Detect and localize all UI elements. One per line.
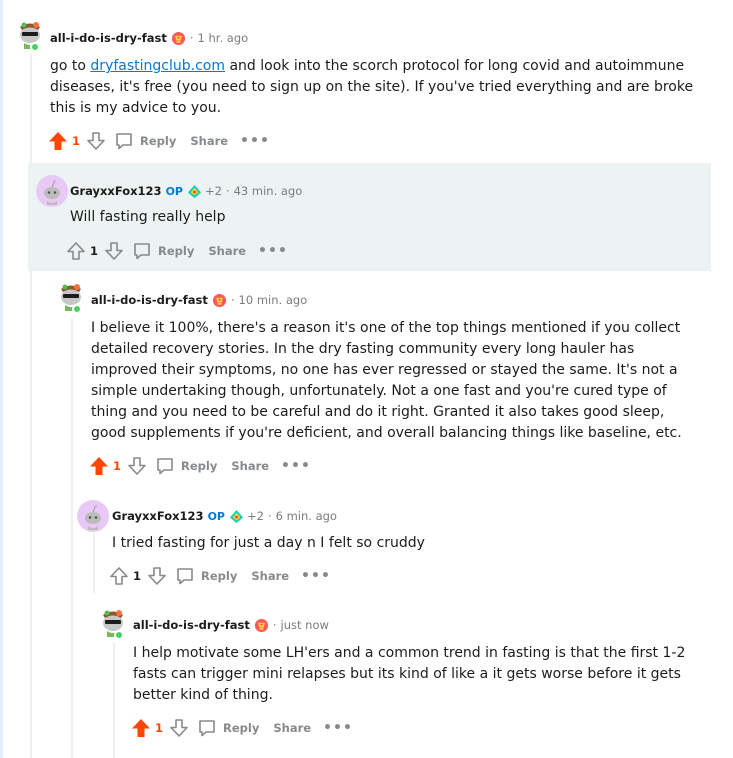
separator-dot: · [272, 618, 277, 632]
thread-line-3[interactable] [71, 318, 73, 758]
reply-button[interactable]: Reply [132, 241, 194, 261]
comment-body: go to dryfastingclub.com and look into t… [50, 56, 700, 119]
upvote-icon[interactable] [89, 456, 109, 476]
comment-meta: all-i-do-is-dry-fast · 10 min. ago [91, 290, 307, 310]
separator-dot: · [267, 509, 272, 523]
more-options-button[interactable]: ••• [258, 244, 288, 258]
downvote-icon[interactable] [147, 566, 167, 586]
comment-icon [197, 718, 217, 738]
timestamp[interactable]: 1 hr. ago [198, 31, 249, 45]
user-avatar[interactable] [36, 175, 68, 207]
comment-meta: all-i-do-is-dry-fast · just now [133, 615, 329, 635]
share-button[interactable]: Share [273, 721, 311, 735]
comment-actions: 1 Reply Share ••• [89, 454, 311, 478]
separator-dot: · [225, 184, 230, 198]
separator-dot: · [230, 293, 235, 307]
op-badge: OP [207, 509, 225, 523]
karma-count: +2 [246, 509, 264, 523]
snoo-flair-icon [229, 509, 244, 524]
more-options-button[interactable]: ••• [240, 134, 270, 148]
upvote-icon[interactable] [66, 241, 86, 261]
reply-label: Reply [140, 134, 177, 148]
share-button[interactable]: Share [190, 134, 228, 148]
share-button[interactable]: Share [231, 459, 269, 473]
online-indicator [114, 630, 124, 640]
thread-line-5[interactable] [113, 643, 115, 758]
timestamp[interactable]: 10 min. ago [239, 293, 308, 307]
vote-count: 1 [113, 459, 122, 473]
reply-label: Reply [181, 459, 218, 473]
downvote-icon[interactable] [104, 241, 124, 261]
trophy-flair-icon [171, 31, 186, 46]
reply-button[interactable]: Reply [114, 131, 176, 151]
more-options-button[interactable]: ••• [281, 459, 311, 473]
more-options-button[interactable]: ••• [301, 569, 331, 583]
karma-count: +2 [204, 184, 222, 198]
reply-button[interactable]: Reply [155, 456, 217, 476]
user-avatar[interactable] [55, 280, 87, 312]
reply-label: Reply [158, 244, 195, 258]
reply-label: Reply [201, 569, 238, 583]
op-badge: OP [165, 184, 183, 198]
downvote-icon[interactable] [169, 718, 189, 738]
comment-actions: 1 Reply Share ••• [66, 239, 288, 263]
thread-line-4[interactable] [93, 533, 95, 593]
upvote-icon[interactable] [109, 566, 129, 586]
reply-label: Reply [223, 721, 260, 735]
comment-meta: GrayxxFox123 OP +2 · 43 min. ago [70, 181, 302, 201]
comment-meta: GrayxxFox123 OP +2 · 6 min. ago [112, 506, 337, 526]
snoo-flair-icon [187, 184, 202, 199]
timestamp[interactable]: just now [281, 618, 329, 632]
comment-icon [132, 241, 152, 261]
comment-actions: 1 Reply Share ••• [109, 564, 331, 588]
comment-icon [114, 131, 134, 151]
comment-body: I help motivate some LH'ers and a common… [133, 645, 686, 703]
downvote-icon[interactable] [127, 456, 147, 476]
reply-button[interactable]: Reply [175, 566, 237, 586]
username[interactable]: GrayxxFox123 [112, 509, 204, 523]
downvote-icon[interactable] [86, 131, 106, 151]
vote-count: 1 [155, 721, 164, 735]
username[interactable]: GrayxxFox123 [70, 184, 162, 198]
user-avatar[interactable] [97, 606, 129, 638]
comment-icon [175, 566, 195, 586]
online-indicator [72, 304, 82, 314]
timestamp[interactable]: 6 min. ago [276, 509, 337, 523]
comment-body: I tried fasting for just a day n I felt … [112, 535, 425, 551]
thread-line-1[interactable] [30, 54, 32, 758]
username[interactable]: all-i-do-is-dry-fast [50, 31, 167, 45]
vote-count: 1 [90, 244, 99, 258]
body-link[interactable]: dryfastingclub.com [90, 58, 225, 74]
reply-button[interactable]: Reply [197, 718, 259, 738]
vote-count: 1 [72, 134, 81, 148]
more-options-button[interactable]: ••• [323, 721, 353, 735]
separator-dot: · [189, 31, 194, 45]
username[interactable]: all-i-do-is-dry-fast [91, 293, 208, 307]
upvote-icon[interactable] [48, 131, 68, 151]
comment-2: GrayxxFox123 OP +2 · 43 min. ago Will fa… [28, 163, 711, 271]
comment-actions: 1 Reply Share ••• [48, 129, 270, 153]
upvote-icon[interactable] [131, 718, 151, 738]
trophy-flair-icon [254, 618, 269, 633]
online-indicator [30, 42, 40, 52]
left-border [0, 0, 3, 758]
share-button[interactable]: Share [208, 244, 246, 258]
comment-actions: 1 Reply Share ••• [131, 716, 353, 740]
user-avatar[interactable] [77, 500, 109, 532]
trophy-flair-icon [212, 293, 227, 308]
body-text: go to [50, 58, 91, 74]
vote-count: 1 [133, 569, 142, 583]
username[interactable]: all-i-do-is-dry-fast [133, 618, 250, 632]
comment-icon [155, 456, 175, 476]
comment-body: I believe it 100%, there's a reason it's… [91, 320, 682, 441]
comment-meta: all-i-do-is-dry-fast · 1 hr. ago [50, 28, 248, 48]
timestamp[interactable]: 43 min. ago [234, 184, 303, 198]
share-button[interactable]: Share [251, 569, 289, 583]
comment-body: Will fasting really help [70, 209, 226, 225]
